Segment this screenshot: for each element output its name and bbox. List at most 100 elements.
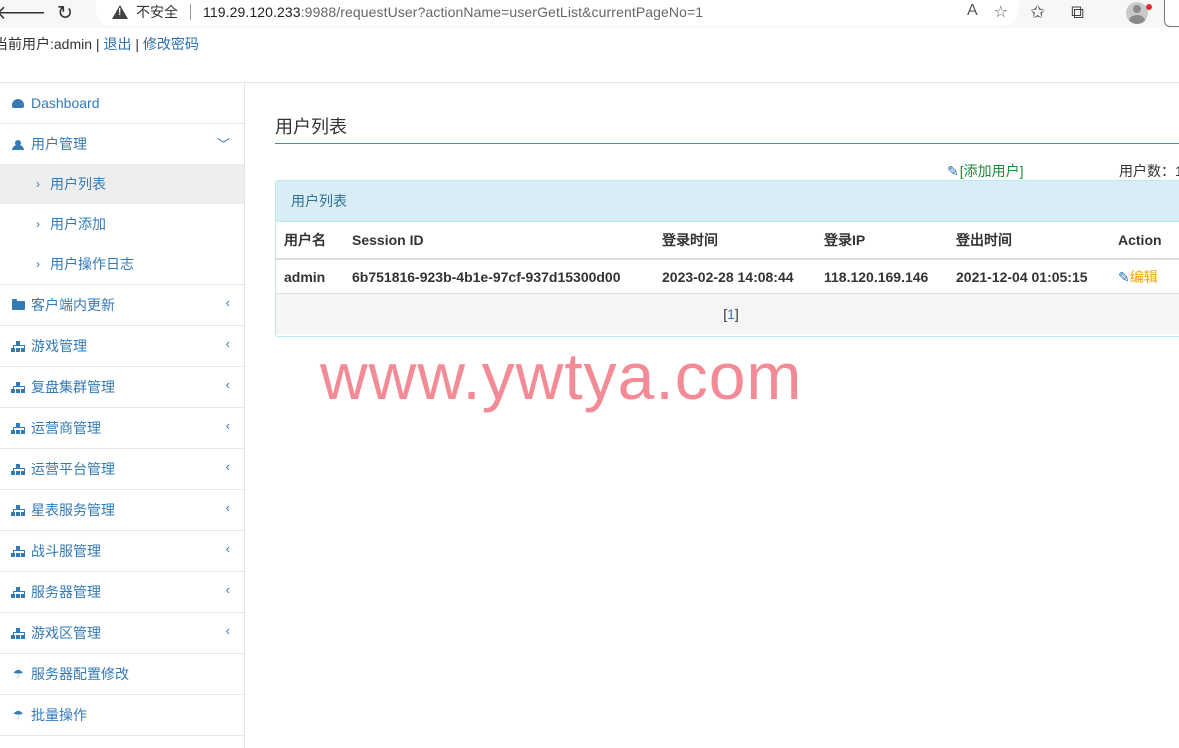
pager-bracket: ] [734,306,739,322]
sitemap-icon [11,463,25,475]
column-header: 登录时间 [654,222,816,260]
add-favorite-icon[interactable]: ☆ [994,2,1008,22]
sidebar-item-table-service[interactable]: 星表服务管理 ‹ [0,490,244,531]
sitemap-icon [11,381,25,393]
user-table: 用户名 Session ID 登录时间 登录IP 登出时间 Action adm… [276,222,1179,294]
sidebar-item-label: 游戏区管理 [31,625,101,641]
separator: | [131,36,143,52]
sidebar-item-label: 服务器配置修改 [31,666,129,682]
url-host: 119.29.120.233 [203,4,301,20]
address-bar[interactable]: 不安全 119.29.120.233:9988/requestUser?acti… [96,0,1018,26]
add-user-button[interactable]: ✎[添加用户] [947,161,1024,181]
sidebar-item-user-log[interactable]: › 用户操作日志 [0,244,244,284]
cell-login-ip: 118.120.169.146 [816,259,948,294]
sidebar-item-user-mgmt[interactable]: 用户管理 ﹀ [0,124,244,164]
chevron-left-icon: ‹ [225,295,230,310]
sidebar-item-label: 批量操作 [31,707,87,723]
sidebar-item-label: 服务器管理 [31,584,101,600]
edit-label: 编辑 [1129,268,1158,285]
umbrella-icon: ☂ [12,667,24,681]
logout-link[interactable]: 退出 [103,36,131,52]
url-path: :9988/requestUser?actionName=userGetList… [300,4,704,20]
sidebar-item-platform-mgmt[interactable]: 运营平台管理 ‹ [0,449,244,490]
sidebar-item-user-list[interactable]: › 用户列表 [0,164,244,204]
chevron-right-icon: › [36,257,40,271]
sidebar-toggle-button[interactable] [1164,0,1179,27]
watermark: www.ywtya.com [320,339,803,413]
page-title: 用户列表 [275,113,1179,144]
cell-login-time: 2023-02-28 14:08:44 [654,259,816,294]
current-user-label: 当前用户:admin [0,36,93,52]
main-content: 用户列表 ✎[添加用户] 用户数：1 用户列表 用户名 Session ID 登… [245,83,1179,748]
refresh-icon: ↻ [57,2,73,24]
list-toolbar: ✎[添加用户] 用户数：1 [275,161,1179,181]
sidebar-item-battle-server[interactable]: 战斗服管理 ‹ [0,531,244,572]
address-bar-icons: A ☆ [967,2,1008,22]
sitemap-icon [11,545,25,557]
sidebar-item-server-config[interactable]: ☂ 服务器配置修改 [0,654,244,695]
edit-icon: ✎ [947,163,959,179]
edit-button[interactable]: ✎编辑 [1118,269,1158,285]
edit-icon: ✎ [1118,268,1130,285]
sidebar-item-label: 运营平台管理 [31,461,115,477]
column-header: 登出时间 [948,222,1110,260]
cell-session-id: 6b751816-923b-4b1e-97cf-937d15300d00 [344,259,654,294]
sitemap-icon [11,422,25,434]
sidebar-item-client-update[interactable]: 客户端内更新 ‹ [0,285,244,326]
url-separator [190,4,191,20]
column-header: 用户名 [276,222,344,260]
favorites-icon[interactable]: ✩ [1030,2,1045,23]
page-link-1[interactable]: 1 [727,306,735,322]
back-arrow-icon: 🡐 [0,3,47,24]
sitemap-icon [11,627,25,639]
column-header: Action [1110,222,1179,260]
refresh-button[interactable]: ↻ [50,0,80,26]
chevron-left-icon: ‹ [225,418,230,433]
chevron-left-icon: ‹ [225,336,230,351]
collections-icon[interactable]: ⧉ [1071,2,1084,23]
sidebar-item-label: Dashboard [31,95,100,111]
add-user-label: [添加用户] [959,163,1024,179]
notification-dot [1146,4,1152,10]
column-header: Session ID [344,222,654,260]
folder-icon [11,298,25,310]
warning-icon[interactable] [112,5,128,19]
sidebar-item-label: 客户端内更新 [31,297,115,313]
sidebar-item-game-zone[interactable]: 游戏区管理 ‹ [0,613,244,654]
change-password-link[interactable]: 修改密码 [143,36,199,52]
chevron-left-icon: ‹ [225,541,230,556]
back-button[interactable]: 🡐 [0,0,46,26]
cell-logout-time: 2021-12-04 01:05:15 [948,259,1110,294]
security-label[interactable]: 不安全 [136,2,178,22]
sidebar-item-dashboard[interactable]: Dashboard [0,83,244,124]
sidebar-item-server-mgmt[interactable]: 服务器管理 ‹ [0,572,244,613]
user-list-panel: 用户列表 用户名 Session ID 登录时间 登录IP 登出时间 Actio… [275,180,1179,337]
browser-toolbar: 🡐 ↻ 不安全 119.29.120.233:9988/requestUser?… [0,0,1179,29]
cell-action: ✎编辑 [1110,259,1179,294]
sidebar-item-user-add[interactable]: › 用户添加 [0,204,244,244]
column-header: 登录IP [816,222,948,260]
user-mgmt-submenu: › 用户列表 › 用户添加 › 用户操作日志 [0,164,244,285]
sidebar-item-batch-ops[interactable]: ☂ 批量操作 [0,695,244,736]
user-bar: 当前用户:admin | 退出 | 修改密码 [0,28,1179,83]
users-icon [11,139,25,150]
sidebar-item-label: 用户列表 [50,176,106,192]
user-count: 用户数：1 [1119,163,1179,179]
sitemap-icon [11,340,25,352]
read-aloud-icon[interactable]: A [967,2,978,22]
profile-avatar[interactable] [1126,2,1148,24]
sidebar-item-operator-mgmt[interactable]: 运营商管理 ‹ [0,408,244,449]
sidebar-item-game-mgmt[interactable]: 游戏管理 ‹ [0,326,244,367]
table-header-row: 用户名 Session ID 登录时间 登录IP 登出时间 Action [276,222,1179,260]
sidebar-item-replay-cluster[interactable]: 复盘集群管理 ‹ [0,367,244,408]
chevron-down-icon: ﹀ [216,137,230,152]
url-text[interactable]: 119.29.120.233:9988/requestUser?actionNa… [203,4,703,20]
sitemap-icon [11,504,25,516]
pagination: [1 ] [276,294,1179,334]
user-info: 当前用户:admin | 退出 | 修改密码 [0,34,199,54]
sitemap-icon [11,586,25,598]
chevron-right-icon: › [36,177,40,191]
sidebar-item-label: 游戏管理 [31,338,87,354]
chevron-left-icon: ‹ [225,500,230,515]
chevron-left-icon: ‹ [225,377,230,392]
